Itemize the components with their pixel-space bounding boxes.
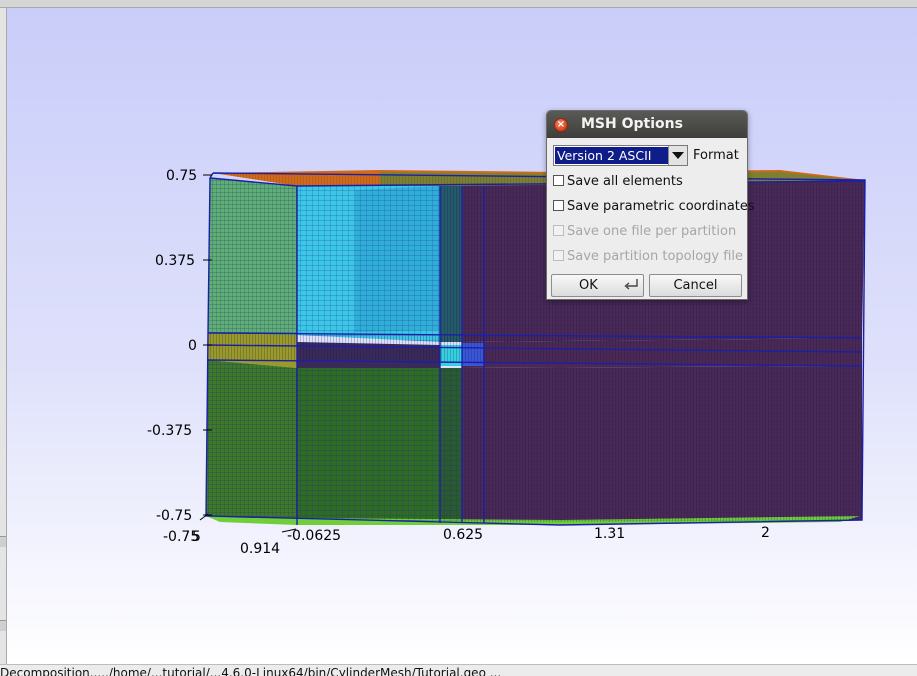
save-all-elements-checkbox[interactable]: Save all elements: [553, 174, 683, 189]
checkbox-label: Save partition topology file: [567, 249, 744, 264]
y-tick-label: 0: [188, 338, 197, 354]
cancel-button[interactable]: Cancel: [649, 274, 742, 297]
format-label: Format: [693, 148, 739, 163]
save-one-file-per-partition-checkbox: Save one file per partition: [553, 224, 736, 239]
checkbox-label: Save one file per partition: [567, 224, 737, 239]
x-tick-label: -0.0625: [287, 528, 341, 544]
graphics-viewport[interactable]: 0.75 0.375 0 -0.375 -0.75 -0.0625 0.625 …: [7, 8, 917, 664]
x-axis-labels: -0.0625 0.625 1.31 2: [287, 525, 770, 544]
depth-tick-label: 5: [192, 529, 201, 545]
format-select[interactable]: Version 2 ASCII: [553, 145, 688, 166]
status-bar: Decomposition...../home/...tutorial/...4…: [0, 664, 917, 676]
close-icon[interactable]: ×: [554, 118, 568, 132]
scroll-up-arrow[interactable]: [0, 536, 6, 547]
dialog-titlebar[interactable]: × MSH Options: [547, 111, 747, 138]
y-tick-label: -0.375: [147, 423, 192, 439]
y-tick-label: -0.75: [156, 508, 192, 524]
checkbox-box[interactable]: [553, 200, 564, 211]
mesh-scene[interactable]: 0.75 0.375 0 -0.375 -0.75 -0.0625 0.625 …: [7, 8, 917, 664]
enter-key-icon: [624, 279, 638, 290]
checkbox-box: [553, 250, 564, 261]
y-tick-label: 0.375: [155, 253, 195, 269]
window-top-strip: [0, 0, 917, 8]
ok-button[interactable]: OK: [551, 274, 644, 297]
y-axis-labels: 0.75 0.375 0 -0.375 -0.75: [147, 168, 197, 524]
dialog-title: MSH Options: [581, 116, 683, 132]
x-tick-label: 2: [761, 525, 770, 541]
msh-options-dialog[interactable]: × MSH Options Version 2 ASCII Format Sav…: [546, 110, 755, 300]
checkbox-box[interactable]: [553, 175, 564, 186]
save-parametric-coordinates-checkbox[interactable]: Save parametric coordinates: [553, 199, 755, 214]
checkbox-label: Save parametric coordinates: [567, 199, 755, 214]
ok-button-label: OK: [579, 278, 598, 293]
x-tick-label: 1.31: [594, 526, 625, 542]
save-partition-topology-file-checkbox: Save partition topology file: [553, 249, 743, 264]
checkbox-box: [553, 225, 564, 236]
scroll-down-arrow[interactable]: [0, 620, 6, 631]
x-tick-label: 0.625: [443, 527, 483, 543]
left-scrollbar[interactable]: [0, 8, 7, 664]
y-tick-label: 0.75: [166, 168, 197, 184]
chevron-down-icon[interactable]: [668, 146, 687, 165]
depth-tick-label: 0.914: [240, 541, 280, 557]
checkbox-label: Save all elements: [567, 174, 683, 189]
format-selected-value: Version 2 ASCII: [555, 147, 669, 164]
